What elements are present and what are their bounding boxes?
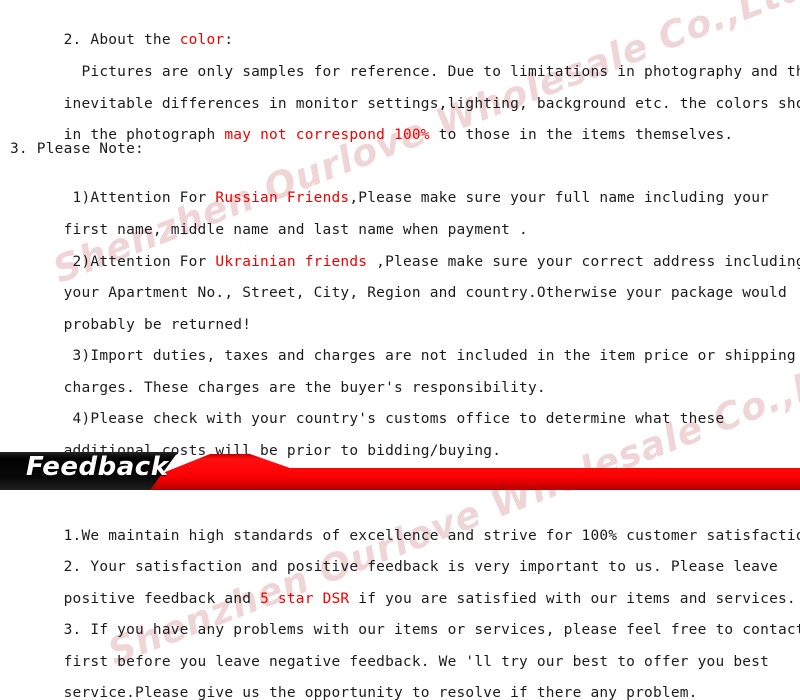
product-description-page: Shenzhen Ourlove Wholesale Co.,Ltd Shenz…	[0, 0, 800, 700]
feedback-banner-title: Feedback	[26, 452, 169, 482]
note-section-heading: 3. Please Note:	[10, 141, 144, 157]
feedback-item-3-line-3: service.Please give us the opportunity t…	[10, 666, 790, 700]
text-run: service.Please give us the opportunity t…	[63, 685, 698, 700]
